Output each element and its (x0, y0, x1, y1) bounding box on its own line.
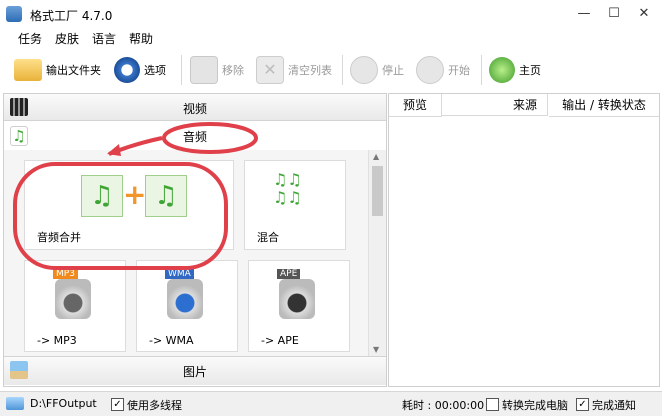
remove-icon (190, 56, 218, 84)
elapsed-time: 耗时 : 00:00:00 (402, 399, 485, 412)
shutdown-checkbox[interactable] (486, 398, 499, 411)
output-path[interactable]: D:\FFOutput (30, 397, 97, 410)
task-list[interactable]: 预览 来源 输出 / 转换状态 (388, 93, 660, 387)
notify-checkbox[interactable]: ✓ (576, 398, 589, 411)
remove-button[interactable]: 移除 (190, 55, 244, 85)
vertical-scrollbar[interactable]: ▲ ▼ (368, 150, 386, 356)
options-icon (114, 57, 140, 83)
menu-task[interactable]: 任务 (18, 30, 42, 47)
headphones-icon (279, 279, 315, 319)
menu-language[interactable]: 语言 (92, 30, 116, 47)
music-file-icon: ♫ (145, 175, 187, 217)
scroll-down-icon[interactable]: ▼ (373, 345, 379, 354)
multithread-label: 使用多线程 (127, 399, 182, 412)
column-source[interactable]: 来源 (442, 94, 548, 116)
category-panel: 视频 ♫ 音频 ♫ + ♫ 音频合并 ♫♫ ♫♫ 混合 MP3 -> MP3 WM… (3, 93, 387, 387)
maximize-button[interactable]: ☐ (600, 4, 628, 24)
category-picture[interactable]: 图片 (4, 356, 386, 385)
toolbar-separator (481, 55, 482, 85)
app-icon (6, 6, 22, 22)
stop-icon (350, 56, 378, 84)
toolbar-separator (181, 55, 182, 85)
column-output-status[interactable]: 输出 / 转换状态 (549, 94, 659, 117)
column-preview[interactable]: 预览 (389, 94, 442, 117)
clear-list-icon: ✕ (256, 56, 284, 84)
category-video[interactable]: 视频 (4, 94, 386, 121)
toolbar: 输出文件夹 选项 移除 ✕ 清空列表 停止 开始 主页 (0, 49, 662, 91)
options-button[interactable]: 选项 (114, 55, 166, 85)
tile-to-mp3[interactable]: MP3 -> MP3 (24, 260, 126, 352)
toolbar-separator (342, 55, 343, 85)
title-bar: 格式工厂 4.7.0 — ☐ ✕ (0, 0, 662, 28)
play-disc-icon (167, 279, 203, 319)
scroll-up-icon[interactable]: ▲ (373, 152, 379, 161)
audio-tools-grid: ♫ + ♫ 音频合并 ♫♫ ♫♫ 混合 MP3 -> MP3 WMA -> WMA… (4, 150, 368, 356)
folder-icon (6, 397, 24, 410)
tile-to-ape[interactable]: APE -> APE (248, 260, 350, 352)
menu-help[interactable]: 帮助 (129, 30, 153, 47)
close-button[interactable]: ✕ (630, 4, 658, 24)
ape-badge: APE (277, 269, 301, 279)
start-button[interactable]: 开始 (416, 55, 470, 85)
category-audio[interactable]: ♫ 音频 (4, 122, 386, 148)
mix-icon: ♫♫ ♫♫ (273, 170, 302, 207)
status-bar: D:\FFOutput ✓ 使用多线程 耗时 : 00:00:00 转换完成电脑… (0, 391, 662, 416)
output-folder-button[interactable]: 输出文件夹 (14, 55, 101, 85)
menu-skin[interactable]: 皮肤 (55, 30, 79, 47)
start-icon (416, 56, 444, 84)
notify-label: 完成通知 (592, 399, 636, 412)
speaker-icon (55, 279, 91, 319)
home-button[interactable]: 主页 (489, 55, 541, 85)
home-icon (489, 57, 515, 83)
menu-bar: 任务 皮肤 语言 帮助 (0, 28, 662, 48)
stop-button[interactable]: 停止 (350, 55, 404, 85)
minimize-button[interactable]: — (570, 4, 598, 24)
clear-list-button[interactable]: ✕ 清空列表 (256, 55, 332, 85)
multithread-checkbox[interactable]: ✓ (111, 398, 124, 411)
mp3-badge: MP3 (53, 269, 78, 279)
scrollbar-thumb[interactable] (372, 166, 383, 216)
shutdown-label: 转换完成电脑 (502, 399, 568, 412)
music-file-icon: ♫ (81, 175, 123, 217)
wma-badge: WMA (165, 269, 194, 279)
tile-to-wma[interactable]: WMA -> WMA (136, 260, 238, 352)
window-title: 格式工厂 4.7.0 (30, 9, 113, 23)
folder-icon (14, 59, 42, 81)
plus-icon: + (123, 178, 147, 211)
tile-mix[interactable]: ♫♫ ♫♫ 混合 (244, 160, 346, 250)
tile-audio-join[interactable]: ♫ + ♫ 音频合并 (24, 160, 234, 250)
